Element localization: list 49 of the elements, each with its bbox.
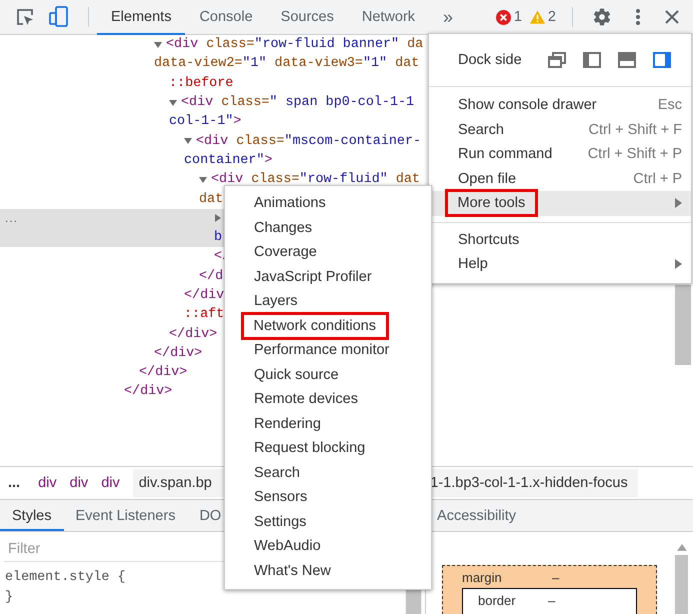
closing-tag: </div> (124, 384, 172, 400)
shortcut-hint: Ctrl + Shift + P (588, 146, 682, 162)
dock-side-label: Dock side (458, 52, 523, 68)
closing-tag: </div> (139, 365, 188, 380)
border-value: – (548, 593, 556, 608)
menu-item-label: Run command (458, 146, 552, 162)
warning-count: 2 (548, 9, 556, 25)
menu-item-label: Layers (254, 293, 298, 310)
menu-item-label: Rendering (254, 416, 321, 432)
element-tag-continuation: col-1-1"> (169, 114, 242, 130)
element-tag-continuation: dat (199, 192, 224, 207)
menu-item-label: Changes (254, 220, 312, 236)
shortcut-hint: Ctrl + P (633, 170, 682, 187)
menu-item-label: More tools (444, 189, 538, 218)
menu-item-label: Coverage (254, 244, 317, 260)
menu-item-label: Settings (254, 514, 306, 530)
element-tag-continuation: b (214, 230, 222, 246)
menu-item-label: Show console drawer (458, 97, 597, 114)
menu-item-label: Request blocking (254, 440, 366, 456)
menu-item-label: Quick source (254, 366, 339, 383)
menu-item-label: Open file (458, 170, 516, 187)
menu-item-label: JavaScript Profiler (254, 268, 372, 285)
closing-tag: </div> (169, 326, 218, 342)
closing-tag: </div> (154, 346, 202, 361)
menu-item-label: Remote devices (254, 391, 358, 408)
style-rule-open: element.style { (5, 569, 126, 587)
shortcut-hint: Ctrl + Shift + F (588, 122, 682, 138)
menu-item-label: Animations (254, 195, 326, 212)
menu-item-label: Network conditions (240, 312, 389, 340)
element-tag-continuation: data-view2="1" data-view3="1" dat (154, 56, 420, 72)
menu-item-label: Performance monitor (254, 342, 390, 358)
margin-value: – (552, 570, 560, 585)
menu-item-label: What's New (254, 562, 331, 579)
menu-item-label: Search (458, 122, 504, 138)
closing-tag: </d (199, 268, 224, 284)
menu-item-label: Sensors (254, 489, 308, 506)
pseudo-element: ::before (169, 76, 234, 91)
menu-item-label: Search (254, 464, 300, 481)
closing-tag: </div (184, 288, 224, 303)
pseudo-element: ::aft (184, 307, 224, 322)
error-count: 1 (514, 9, 522, 25)
style-rule-close: } (5, 589, 14, 607)
menu-item-label: Shortcuts (458, 232, 520, 248)
shortcut-hint: Esc (658, 97, 682, 114)
menu-item-label: Help (458, 256, 488, 272)
menu-item-label: WebAudio (254, 538, 321, 554)
margin-label: margin (462, 570, 503, 585)
border-label: border (478, 593, 517, 608)
element-tag-continuation: container"> (184, 152, 272, 168)
